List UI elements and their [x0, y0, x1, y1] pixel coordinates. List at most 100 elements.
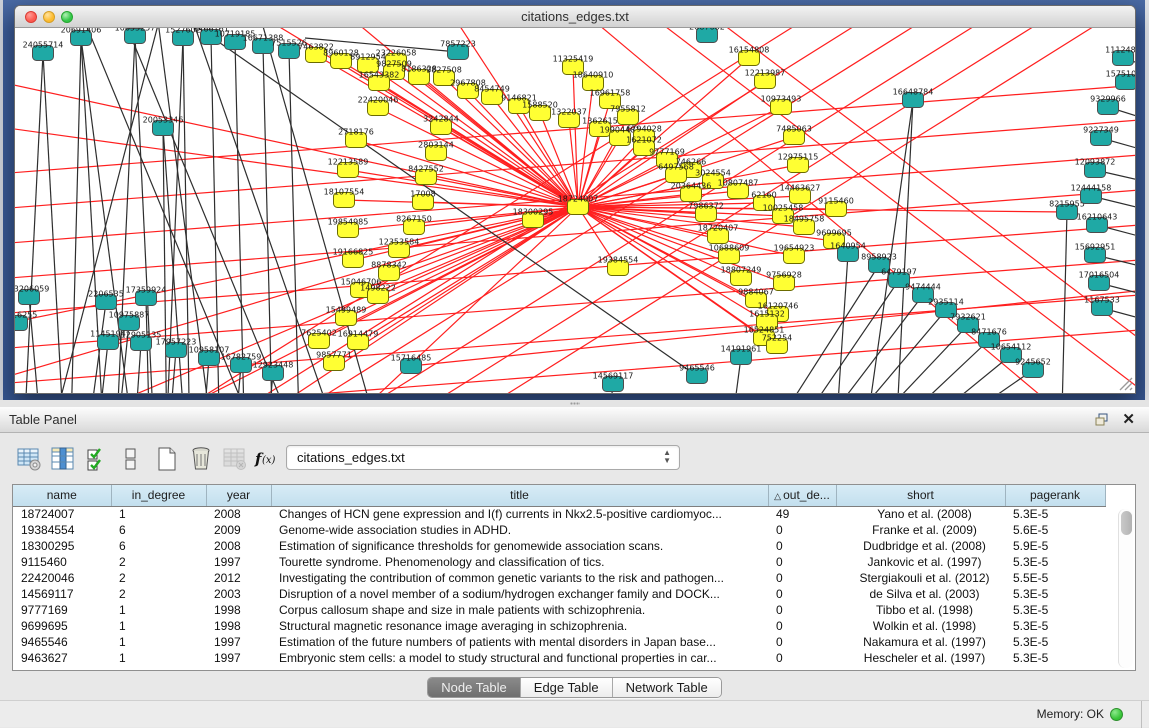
graph-node[interactable]: 9227349 [1083, 126, 1119, 146]
table-cell[interactable]: 0 [768, 618, 836, 634]
network-window-titlebar[interactable]: citations_edges.txt [15, 6, 1135, 28]
float-window-icon[interactable] [1095, 413, 1109, 426]
table-cell[interactable]: Stergiakouli et al. (2012) [836, 570, 1005, 586]
table-cell[interactable]: 5.3E-5 [1005, 586, 1105, 602]
column-header-pagerank[interactable]: pagerank [1005, 485, 1105, 506]
graph-node[interactable]: 17016504 [1079, 271, 1120, 291]
column-header-indegree[interactable]: in_degree [111, 485, 206, 506]
panel-splitter[interactable] [0, 400, 1149, 407]
graph-node[interactable]: 15751074 [1106, 70, 1135, 90]
table-cell[interactable]: 5.3E-5 [1005, 650, 1105, 666]
column-header-short[interactable]: short [836, 485, 1005, 506]
table-cell[interactable]: 18300295 [13, 538, 111, 554]
table-cell[interactable]: 1 [111, 506, 206, 522]
table-cell[interactable]: Yano et al. (2008) [836, 506, 1005, 522]
table-cell[interactable]: 6 [111, 522, 206, 538]
graph-node[interactable]: 23206059 [15, 285, 49, 305]
table-cell[interactable]: 0 [768, 522, 836, 538]
graph-node[interactable]: 12975115 [778, 153, 819, 173]
table-row[interactable]: 969969511998Structural magnetic resonanc… [13, 618, 1105, 634]
graph-node[interactable]: 18107554 [324, 188, 365, 208]
table-cell[interactable]: 1 [111, 634, 206, 650]
table-cell[interactable]: Estimation of the future numbers of pati… [271, 634, 768, 650]
table-cell[interactable]: Embryonic stem cells: a model to study s… [271, 650, 768, 666]
graph-node[interactable]: 19854985 [328, 218, 369, 238]
table-cell[interactable]: de Silva et al. (2003) [836, 586, 1005, 602]
table-cell[interactable]: 0 [768, 538, 836, 554]
table-cell[interactable]: Disruption of a novel member of a sodium… [271, 586, 768, 602]
graph-node[interactable]: 10688609 [709, 244, 750, 264]
table-cell[interactable]: 5.9E-5 [1005, 538, 1105, 554]
table-cell[interactable]: 2 [111, 586, 206, 602]
table-cell[interactable]: 5.6E-5 [1005, 522, 1105, 538]
table-cell[interactable]: Estimation of significance thresholds fo… [271, 538, 768, 554]
table-cell[interactable]: 0 [768, 554, 836, 570]
table-cell[interactable]: 5.3E-5 [1005, 602, 1105, 618]
table-row[interactable]: 1830029562008Estimation of significance … [13, 538, 1105, 554]
table-cell[interactable]: 2009 [206, 522, 271, 538]
close-icon[interactable]: ✕ [1122, 410, 1135, 428]
table-cell[interactable]: Wolkin et al. (1998) [836, 618, 1005, 634]
table-cell[interactable]: 9463627 [13, 650, 111, 666]
table-cell[interactable]: 1997 [206, 554, 271, 570]
table-cell[interactable]: Jankovic et al. (1997) [836, 554, 1005, 570]
table-cell[interactable]: 0 [768, 570, 836, 586]
table-row[interactable]: 1456911722003Disruption of a novel membe… [13, 586, 1105, 602]
graph-node[interactable]: 19384554 [598, 256, 639, 276]
table-cell[interactable]: Hescheler et al. (1997) [836, 650, 1005, 666]
table-cell[interactable]: 14569117 [13, 586, 111, 602]
graph-node[interactable]: 16154808 [729, 46, 770, 66]
table-cell[interactable]: 2 [111, 554, 206, 570]
network-view-window[interactable]: citations_edges.txt 18724007746382289601… [14, 5, 1136, 394]
tab-node-table[interactable]: Node Table [428, 678, 521, 697]
table-cell[interactable]: 0 [768, 650, 836, 666]
table-cell[interactable]: Tourette syndrome. Phenomenology and cla… [271, 554, 768, 570]
table-cell[interactable]: Nakamura et al. (1997) [836, 634, 1005, 650]
graph-node[interactable]: 17008 [410, 190, 435, 210]
table-cell[interactable]: 0 [768, 634, 836, 650]
citation-graph[interactable]: 1872400774638228960128891295423226058982… [15, 28, 1135, 394]
graph-node[interactable]: 12923448 [253, 361, 294, 381]
table-cell[interactable]: 5.3E-5 [1005, 634, 1105, 650]
table-scrollbar[interactable] [1118, 509, 1133, 668]
table-cell[interactable]: 2003 [206, 586, 271, 602]
graph-node[interactable]: 12213987 [745, 69, 786, 89]
table-scrollbar-thumb[interactable] [1121, 511, 1132, 535]
table-cell[interactable]: 9699695 [13, 618, 111, 634]
table-row[interactable]: 946554611997Estimation of the future num… [13, 634, 1105, 650]
table-cell[interactable]: 22420046 [13, 570, 111, 586]
table-row[interactable]: 977716911998Corpus callosum shape and si… [13, 602, 1105, 618]
table-row[interactable]: 946362711997Embryonic stem cells: a mode… [13, 650, 1105, 666]
graph-node[interactable]: 18807249 [721, 266, 762, 286]
table-cell[interactable]: 18724007 [13, 506, 111, 522]
table-cell[interactable]: 1997 [206, 634, 271, 650]
column-header-title[interactable]: title [271, 485, 768, 506]
graph-node[interactable]: 22420046 [358, 96, 399, 116]
graph-node[interactable]: 17359924 [126, 286, 167, 306]
graph-node[interactable]: 16648784 [893, 88, 934, 108]
table-cell[interactable]: 5.5E-5 [1005, 570, 1105, 586]
graph-node[interactable]: 15692951 [1075, 243, 1116, 263]
graph-node[interactable]: 18640910 [573, 71, 614, 91]
window-resize-grip[interactable] [1117, 375, 1133, 391]
table-row[interactable]: 1938455462009Genome-wide association stu… [13, 522, 1105, 538]
table-cell[interactable]: 1998 [206, 618, 271, 634]
table-cell[interactable]: 5.3E-5 [1005, 506, 1105, 522]
table-cell[interactable]: 1997 [206, 650, 271, 666]
column-header-year[interactable]: year [206, 485, 271, 506]
table-cell[interactable]: Investigating the contribution of common… [271, 570, 768, 586]
table-cell[interactable]: 5.3E-5 [1005, 618, 1105, 634]
table-row[interactable]: 911546021997Tourette syndrome. Phenomeno… [13, 554, 1105, 570]
graph-node[interactable]: 24055714 [23, 41, 64, 61]
graph-node[interactable]: 10653257 [115, 28, 156, 44]
graph-node[interactable]: 9245652 [1015, 358, 1051, 378]
table-cell[interactable]: Changes of HCN gene expression and I(f) … [271, 506, 768, 522]
graph-node[interactable]: 16543382 [359, 71, 400, 91]
table-cell[interactable]: Corpus callosum shape and size in male p… [271, 602, 768, 618]
graph-node[interactable]: 9465546 [679, 364, 715, 384]
delete-column-icon[interactable] [186, 444, 216, 474]
table-cell[interactable]: Structural magnetic resonance image aver… [271, 618, 768, 634]
graph-node[interactable]: 18816255 [15, 311, 37, 331]
graph-node[interactable]: 12213589 [328, 158, 369, 178]
graph-node[interactable]: 1167533 [1084, 296, 1120, 316]
